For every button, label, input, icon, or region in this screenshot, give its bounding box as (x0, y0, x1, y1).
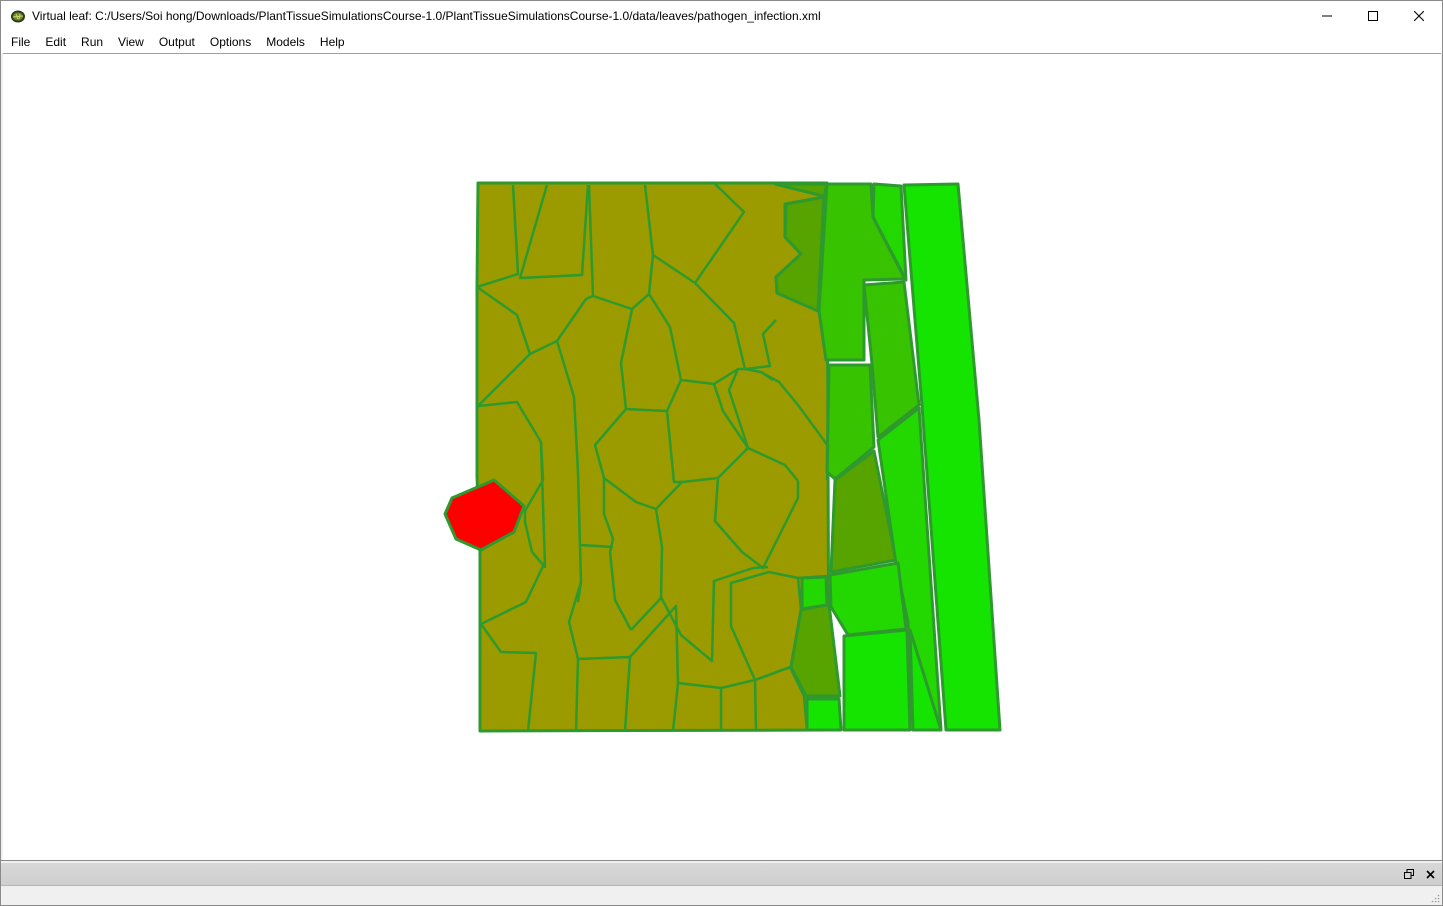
light-green-cell[interactable] (828, 561, 908, 637)
app-window: Virtual leaf: C:/Users/Soi hong/Download… (0, 0, 1443, 906)
dock-close-button[interactable] (1423, 867, 1437, 881)
float-icon (1404, 869, 1414, 879)
tissue-drawing (443, 181, 1002, 733)
light-green-cell[interactable] (800, 575, 829, 611)
resize-grip-icon[interactable] (1431, 894, 1440, 903)
close-icon (1425, 869, 1435, 879)
dock-panel (1, 886, 1442, 905)
dock-title-bar[interactable] (1, 863, 1442, 886)
tissue-canvas[interactable] (3, 53, 1441, 860)
bright-green-cell[interactable] (842, 628, 912, 732)
bright-green-cell[interactable] (805, 697, 843, 732)
dock-separator[interactable] (1, 860, 1442, 861)
dock-float-button[interactable] (1402, 867, 1416, 881)
